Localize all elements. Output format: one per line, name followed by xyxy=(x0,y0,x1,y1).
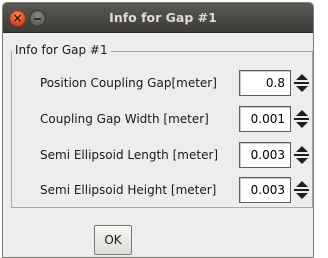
info-group: Position Coupling Gap[meter] 0.8 Couplin… xyxy=(11,51,313,208)
ellipsoid-height-input[interactable]: 0.003 xyxy=(239,177,291,203)
field-row-gap-width: Coupling Gap Width [meter] 0.001 xyxy=(12,106,312,132)
dialog-window: × Info for Gap #1 Position Coupling Gap[… xyxy=(2,2,314,258)
gap-width-spinner[interactable] xyxy=(293,107,310,131)
position-input[interactable]: 0.8 xyxy=(239,70,291,96)
group-legend: Info for Gap #1 xyxy=(12,43,111,57)
spin-down-arrow-icon[interactable] xyxy=(293,190,310,202)
field-row-position: Position Coupling Gap[meter] 0.8 xyxy=(12,70,312,96)
ellipsoid-length-input[interactable]: 0.003 xyxy=(239,142,291,168)
gap-width-input[interactable]: 0.001 xyxy=(239,106,291,132)
ok-button[interactable]: OK xyxy=(94,225,132,255)
field-row-ellipsoid-height: Semi Ellipsoid Height [meter] 0.003 xyxy=(12,177,312,203)
gap-width-label: Coupling Gap Width [meter] xyxy=(40,112,209,126)
ellipsoid-height-spinner[interactable] xyxy=(293,178,310,202)
position-label: Position Coupling Gap[meter] xyxy=(40,76,217,90)
ellipsoid-length-label: Semi Ellipsoid Length [meter] xyxy=(40,148,219,162)
ellipsoid-height-label: Semi Ellipsoid Height [meter] xyxy=(40,183,217,197)
spin-down-arrow-icon[interactable] xyxy=(293,119,310,131)
position-spinner[interactable] xyxy=(293,71,310,95)
spin-down-arrow-icon[interactable] xyxy=(293,83,310,95)
ellipsoid-length-spinner[interactable] xyxy=(293,143,310,167)
title-bar[interactable]: × Info for Gap #1 xyxy=(3,3,313,33)
field-row-ellipsoid-length: Semi Ellipsoid Length [meter] 0.003 xyxy=(12,142,312,168)
window-title: Info for Gap #1 xyxy=(109,10,217,25)
spin-down-arrow-icon[interactable] xyxy=(293,155,310,167)
